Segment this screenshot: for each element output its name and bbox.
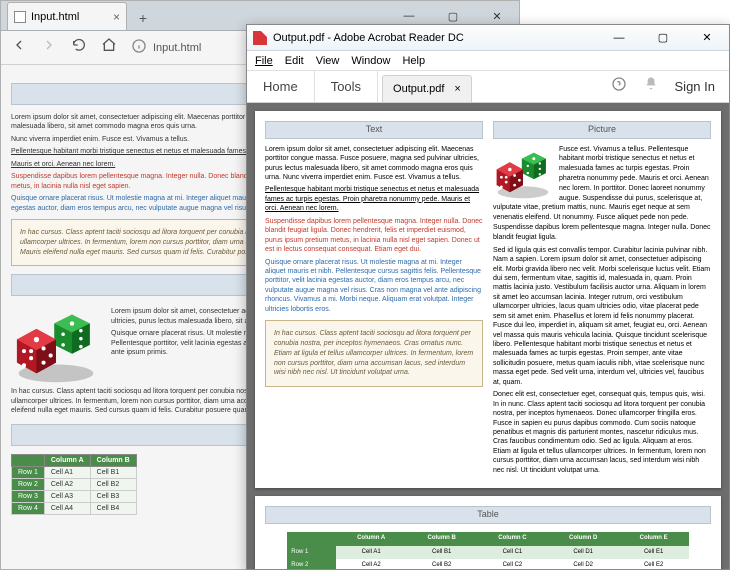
minimize-button[interactable]: — — [597, 25, 641, 51]
paragraph: Lorem ipsum dolor sit amet, consectetuer… — [265, 145, 483, 183]
paragraph: Donec elit est, consectetuer eget, conse… — [493, 390, 711, 475]
tab-tools[interactable]: Tools — [315, 71, 378, 102]
dice-image — [11, 304, 101, 384]
pdf-page-2: Table Column AColumn BColumn CColumn DCo… — [255, 496, 721, 569]
pdf-tab-strip: Home Tools Output.pdf × Sign In — [247, 71, 729, 103]
callout-box: In hac cursus. Class aptent taciti socio… — [265, 320, 483, 387]
close-button[interactable]: ✕ — [685, 25, 729, 51]
section-header-table: Table — [265, 506, 711, 524]
favicon-icon — [14, 11, 26, 23]
tab-close-icon[interactable]: × — [113, 10, 120, 24]
paragraph: Pellentesque habitant morbi tristique se… — [265, 185, 483, 213]
pdf-page-1: Text Lorem ipsum dolor sit amet, consect… — [255, 111, 721, 488]
window-title: Output.pdf - Adobe Acrobat Reader DC — [273, 32, 464, 44]
browser-tab[interactable]: Input.html × — [7, 2, 127, 30]
adobe-icon — [253, 31, 267, 45]
paragraph: Sed id ligula quis est convallis tempor.… — [493, 246, 711, 388]
menu-file[interactable]: File — [255, 55, 273, 67]
info-icon — [131, 38, 147, 57]
document-tab[interactable]: Output.pdf × — [382, 75, 472, 102]
url-text: Input.html — [153, 42, 201, 54]
maximize-button[interactable]: ▢ — [641, 25, 685, 51]
bell-icon[interactable] — [643, 76, 659, 97]
menu-edit[interactable]: Edit — [285, 55, 304, 67]
pdf-titlebar: Output.pdf - Adobe Acrobat Reader DC — ▢… — [247, 25, 729, 51]
forward-button[interactable] — [41, 37, 57, 58]
pdf-window-controls: — ▢ ✕ — [597, 25, 729, 51]
document-tab-label: Output.pdf — [393, 83, 444, 95]
tab-home[interactable]: Home — [247, 71, 315, 102]
tab-title: Input.html — [31, 11, 79, 23]
menu-view[interactable]: View — [316, 55, 340, 67]
pdf-viewport[interactable]: Text Lorem ipsum dolor sit amet, consect… — [247, 103, 729, 569]
menu-window[interactable]: Window — [351, 55, 390, 67]
section-header-text: Text — [265, 121, 483, 139]
tab-close-icon[interactable]: × — [454, 83, 460, 95]
pdf-table: Column AColumn BColumn CColumn DColumn E… — [287, 532, 688, 569]
paragraph-blue: Quisque ornare placerat risus. Ut molest… — [265, 258, 483, 315]
home-button[interactable] — [101, 37, 117, 58]
refresh-button[interactable] — [71, 37, 87, 58]
sign-in-button[interactable]: Sign In — [675, 79, 715, 94]
pdf-reader-window: Output.pdf - Adobe Acrobat Reader DC — ▢… — [246, 24, 730, 570]
picture-paragraph: Fusce est. Vivamus a tellus. Pellentesqu… — [493, 145, 711, 243]
html-table: Column AColumn B Row 1Cell A1Cell B1 Row… — [11, 454, 137, 515]
back-button[interactable] — [11, 37, 27, 58]
new-tab-button[interactable]: + — [131, 6, 155, 30]
dice-image — [493, 145, 553, 200]
menu-help[interactable]: Help — [402, 55, 425, 67]
paragraph-red: Suspendisse dapibus lorem pellentesque m… — [265, 217, 483, 255]
menu-bar: File Edit View Window Help — [247, 51, 729, 71]
help-icon[interactable] — [611, 76, 627, 97]
section-header-picture: Picture — [493, 121, 711, 139]
